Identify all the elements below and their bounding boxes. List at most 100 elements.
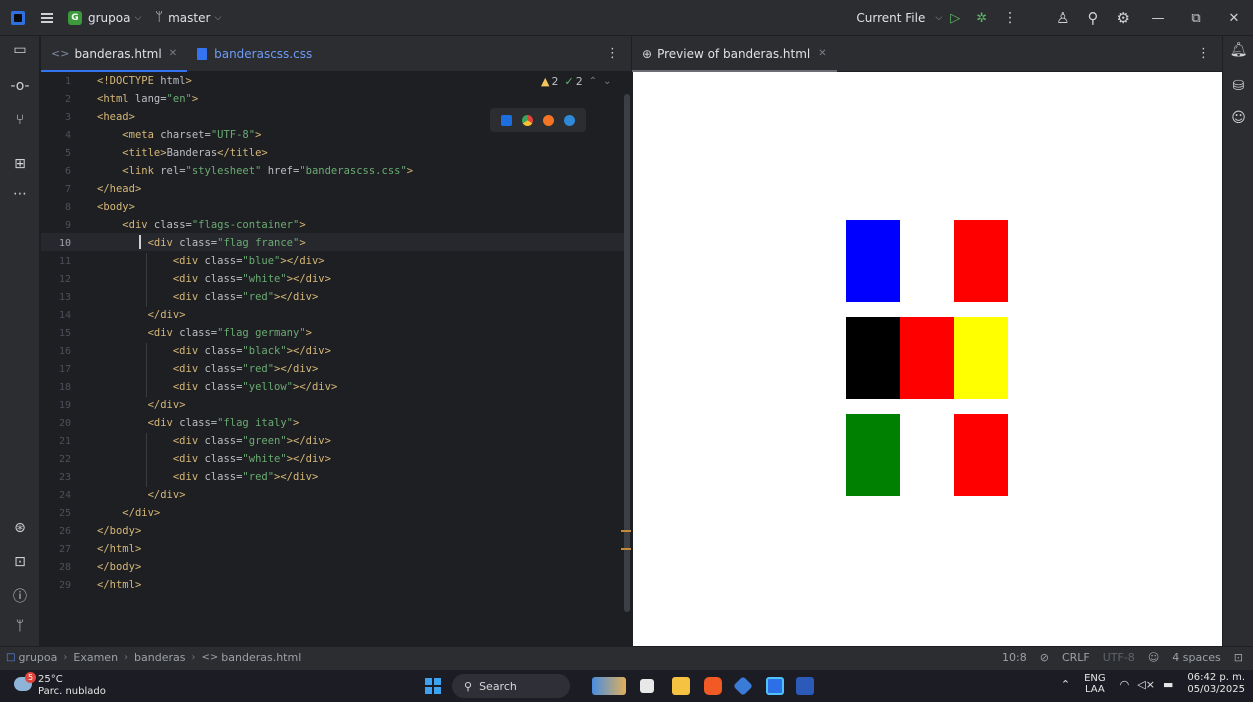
breadcrumb-item[interactable]: Examen (73, 651, 118, 664)
chevron-down-icon[interactable]: ⌄ (603, 76, 611, 87)
code-line[interactable]: <div class="yellow"></div> (97, 381, 337, 393)
more-tools-icon[interactable]: ⋯ (0, 186, 40, 202)
dev-app-icon[interactable] (733, 676, 753, 696)
lock-icon[interactable]: ⊡ (1234, 651, 1243, 664)
add-user-icon[interactable]: ♙ (1056, 9, 1069, 27)
terminal-icon[interactable]: ⊡ (0, 554, 40, 570)
commit-icon[interactable]: -o- (0, 78, 40, 94)
file-explorer-icon[interactable] (672, 677, 690, 695)
code-line[interactable]: <div class="black"></div> (97, 345, 331, 357)
code-line[interactable]: <head> (97, 111, 135, 123)
close-tab-icon[interactable]: ✕ (818, 48, 826, 59)
start-button[interactable] (425, 678, 441, 694)
branch-icon[interactable]: ᛘ (155, 10, 163, 25)
code-line[interactable]: </div> (97, 489, 186, 501)
language-indicator[interactable]: ENG LAA (1084, 673, 1106, 695)
close-button[interactable]: ✕ (1215, 11, 1253, 26)
preview-options-icon[interactable]: ⋮ (1197, 46, 1210, 61)
pull-requests-icon[interactable]: ⑂ (0, 112, 40, 128)
code-line[interactable]: </div> (97, 399, 186, 411)
breadcrumb-item[interactable]: banderas (134, 651, 185, 664)
git-icon[interactable]: ᛘ (0, 618, 40, 634)
code-line[interactable]: <html lang="en"> (97, 93, 198, 105)
code-line[interactable]: <!DOCTYPE html> (97, 75, 192, 87)
code-line[interactable]: <div class="flag germany"> (97, 327, 312, 339)
caret-position[interactable]: 10:8 (1002, 651, 1027, 664)
battery-icon[interactable]: ▬ (1163, 678, 1173, 691)
code-line[interactable]: <div class="red"></div> (97, 471, 318, 483)
code-line[interactable]: <div class="flags-container"> (97, 219, 305, 231)
tab-preview[interactable]: ⊕ Preview of banderas.html ✕ (632, 36, 837, 72)
weather-widget[interactable]: 25°C Parc. nublado (38, 674, 106, 698)
code-line[interactable]: </div> (97, 507, 160, 519)
run-icon[interactable]: ▷ (950, 11, 960, 26)
word-app-icon[interactable] (796, 677, 814, 695)
code-line[interactable]: </body> (97, 525, 141, 537)
debug-icon[interactable]: ✲ (976, 11, 987, 26)
code-line[interactable]: <div class="green"></div> (97, 435, 331, 447)
chrome-icon[interactable] (522, 114, 533, 126)
database-icon[interactable]: ⛁ (1223, 78, 1253, 94)
search-icon[interactable]: ⚲ (1088, 9, 1099, 27)
project-folder-icon[interactable]: ▭ (0, 42, 40, 58)
code-line[interactable]: </div> (97, 309, 186, 321)
no-edit-icon[interactable]: ⊘ (1040, 651, 1049, 664)
chevron-up-icon[interactable]: ⌃ (1061, 678, 1070, 691)
task-view-icon[interactable] (640, 679, 654, 693)
clock[interactable]: 06:42 p. m. 05/03/2025 (1187, 672, 1245, 696)
restore-button[interactable]: ⧉ (1177, 11, 1215, 26)
inspector-icon[interactable]: ☺ (1148, 651, 1159, 664)
code-line[interactable]: <title>Banderas</title> (97, 147, 267, 159)
code-line[interactable]: <div class="white"></div> (97, 453, 331, 465)
structure-icon[interactable]: ⊞ (0, 156, 40, 172)
code-line[interactable]: </head> (97, 183, 141, 195)
code-line[interactable]: </body> (97, 561, 141, 573)
tab-options-icon[interactable]: ⋮ (606, 46, 619, 61)
breadcrumb-item[interactable]: grupoa (18, 651, 57, 664)
tab-banderas-html[interactable]: <> banderas.html ✕ (41, 36, 188, 72)
code-line[interactable]: <div class="white"></div> (97, 273, 331, 285)
code-line[interactable]: </html> (97, 543, 141, 555)
code-line[interactable]: <link rel="stylesheet" href="banderascss… (97, 165, 413, 177)
code-editor[interactable]: 1 2 3 4 5 6 7 8 9 10 11 12 13 14 15 16 17 18 19 20 21 22 23 24 2… (41, 72, 631, 646)
file-encoding[interactable]: UTF-8 (1103, 651, 1135, 664)
code-line[interactable]: <body> (97, 201, 135, 213)
more-actions-icon[interactable]: ⋮ (1003, 10, 1017, 26)
notifications-icon[interactable]: 🔔︎ (1223, 42, 1253, 58)
taskbar-search[interactable]: ⚲ Search (452, 674, 570, 698)
webstorm-app-icon[interactable] (766, 677, 784, 695)
inspection-widget[interactable]: ▲ 2 ✓ 2 ⌃ ⌄ (541, 75, 611, 88)
code-line[interactable]: <div class="red"></div> (97, 291, 318, 303)
code-line[interactable]: <div class="flag italy"> (97, 417, 300, 429)
services-icon[interactable]: ⊛ (0, 520, 40, 536)
chevron-down-icon[interactable]: ⌵ (935, 13, 942, 23)
firefox-icon[interactable] (543, 114, 554, 126)
main-menu-icon[interactable] (41, 12, 53, 23)
brave-browser-icon[interactable] (704, 677, 722, 695)
code-line[interactable]: <div class="flag france"> (97, 237, 306, 249)
branch-name[interactable]: master (168, 11, 210, 25)
code-line[interactable]: <div class="red"></div> (97, 363, 318, 375)
widgets-app-icon[interactable] (592, 677, 626, 695)
run-config-selector[interactable]: Current File (856, 11, 925, 25)
settings-icon[interactable]: ⚙ (1117, 9, 1130, 27)
wifi-icon[interactable]: ◠ (1120, 678, 1130, 691)
ai-assistant-icon[interactable]: ☺ (1223, 110, 1253, 126)
chevron-down-icon[interactable]: ⌵ (134, 13, 141, 23)
indent-setting[interactable]: 4 spaces (1172, 651, 1221, 664)
tab-banderascss-css[interactable]: banderascss.css (187, 36, 322, 72)
close-tab-icon[interactable]: ✕ (169, 48, 177, 59)
webstorm-browser-icon[interactable] (501, 114, 512, 126)
chevron-down-icon[interactable]: ⌵ (214, 13, 221, 23)
breadcrumb-item[interactable]: banderas.html (221, 651, 301, 664)
line-separator[interactable]: CRLF (1062, 651, 1090, 664)
code-line[interactable]: </html> (97, 579, 141, 591)
app-logo-icon[interactable] (11, 10, 25, 25)
volume-icon[interactable]: ◁× (1137, 678, 1155, 691)
edge-icon[interactable] (564, 114, 575, 126)
chevron-up-icon[interactable]: ⌃ (589, 76, 597, 87)
project-name[interactable]: grupoa (88, 11, 130, 25)
problems-icon[interactable]: ⓘ (0, 586, 40, 606)
editor-scrollbar[interactable] (624, 94, 630, 612)
code-line[interactable]: <meta charset="UTF-8"> (97, 129, 261, 141)
